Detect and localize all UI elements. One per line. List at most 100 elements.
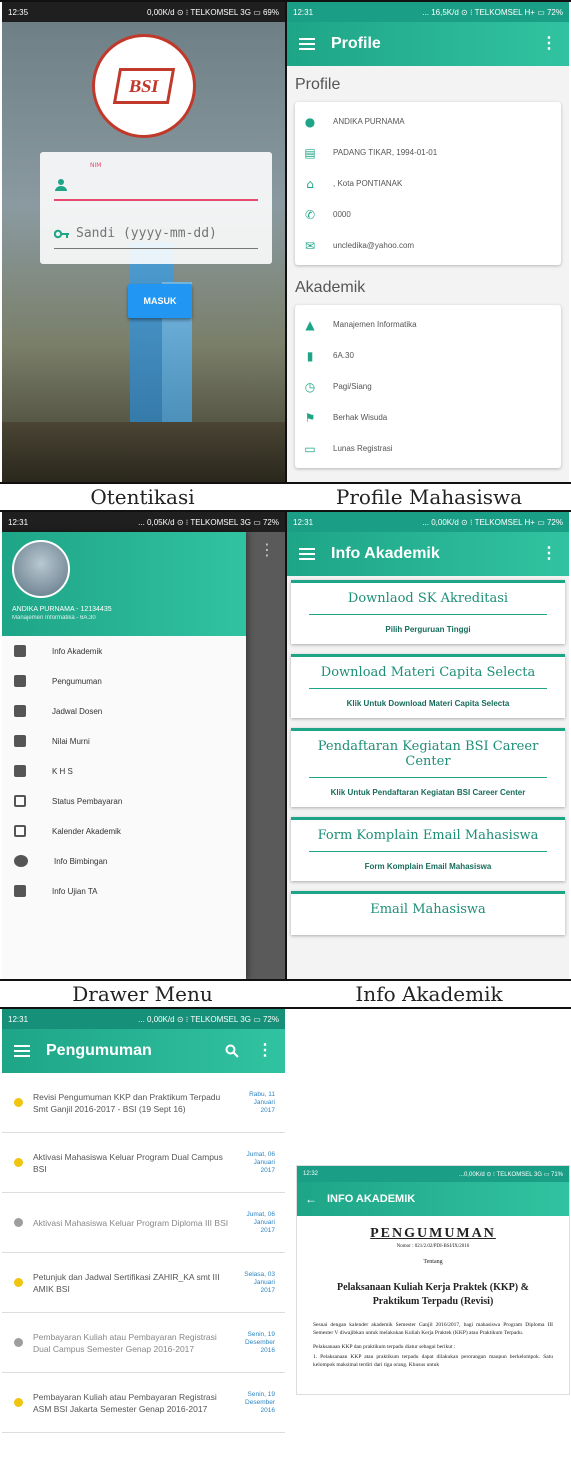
document-paragraph: Pelaksanaan KKP dan praktikum terpadu di…: [313, 1344, 456, 1350]
document-heading: PENGUMUMAN: [370, 1226, 496, 1241]
back-arrow-icon[interactable]: ←: [305, 1192, 317, 1206]
bsi-logo: BSI: [92, 34, 196, 138]
info-card[interactable]: Email Mahasiswa: [291, 891, 565, 935]
status-bar: 12:31 ... 0,05K/d ⊙ ⁝ TELKOMSEL 3G ▭ 72%: [2, 512, 285, 532]
akademik-row: ▭ Lunas Registrasi: [304, 441, 393, 456]
drawer-item-info-akademik[interactable]: Info Akademik: [2, 636, 246, 666]
document-icon: [14, 735, 26, 747]
section-title-profile: Profile: [295, 76, 341, 93]
page-title: Info Akademik: [331, 545, 440, 562]
list-item[interactable]: Revisi Pengumuman KKP dan Praktikum Terp…: [2, 1073, 285, 1133]
calendar-icon: [14, 825, 26, 837]
profile-row: ▤ PADANG TIKAR, 1994-01-01: [304, 145, 438, 160]
drawer-item-info-bimbingan[interactable]: Info Bimbingan: [2, 846, 246, 876]
status-bar: 12:31 ... 0,00K/d ⊙ ⁝ TELKOMSEL 3G ▭ 72%: [2, 1009, 285, 1029]
more-vert-icon[interactable]: ⋮: [259, 540, 275, 559]
nim-label: NIM: [90, 162, 102, 169]
document-number: Nomor : 021/2.02/PDI-BSI/IX/2016: [396, 1244, 470, 1249]
avatar: [12, 540, 70, 598]
more-vert-icon[interactable]: ⋮: [541, 36, 557, 52]
menu-icon[interactable]: [14, 1045, 30, 1057]
drawer-item-kalender-akademik[interactable]: Kalender Akademik: [2, 816, 246, 846]
more-vert-icon[interactable]: ⋮: [541, 546, 557, 562]
password-input[interactable]: [76, 226, 256, 241]
status-bar: 12:35 0,00K/d ⊙ ⁝ TELKOMSEL 3G ▭ 69%: [2, 2, 285, 22]
page-title: INFO AKADEMIK: [327, 1193, 416, 1205]
list-item[interactable]: Pembayaran Kuliah atau Pembayaran Regist…: [2, 1313, 285, 1373]
status-dot: [14, 1398, 23, 1407]
menu-icon[interactable]: [299, 38, 315, 50]
chart-icon: [14, 765, 26, 777]
list-item[interactable]: Aktivasi Mahasiswa Keluar Program Diplom…: [2, 1193, 285, 1253]
drawer-header: ANDIKA PURNAMA - 12134435 Manajemen Info…: [2, 532, 246, 636]
person-icon: ●: [304, 114, 316, 129]
profile-row: ⌂, Kota PONTIANAK: [303, 168, 553, 199]
profile-row: ● ANDIKA PURNAMA: [304, 114, 405, 129]
menu-icon[interactable]: [299, 548, 315, 560]
card-link[interactable]: Form Komplain Email Mahasiswa: [299, 862, 557, 871]
drawer-item-nilai-murni[interactable]: Nilai Murni: [2, 726, 246, 756]
phone-icon: ✆: [304, 207, 316, 222]
status-dot: [14, 1338, 23, 1347]
drawer-item-info-ujian-ta[interactable]: Info Ujian TA: [2, 876, 246, 906]
card-link[interactable]: Klik Untuk Pendaftaran Kegiatan BSI Care…: [299, 788, 557, 797]
card-link[interactable]: Klik Untuk Download Materi Capita Select…: [299, 699, 557, 708]
announcement-icon: [14, 675, 26, 687]
caption-profile: Profile Mahasiswa: [335, 485, 523, 509]
caption-info: Info Akademik: [355, 982, 503, 1006]
list-item[interactable]: Petunjuk dan Jadwal Sertifikasi ZAHIR_KA…: [2, 1253, 285, 1313]
announcement-list: Revisi Pengumuman KKP dan Praktikum Terp…: [2, 1073, 285, 1433]
status-time: 12:32: [303, 1171, 319, 1177]
status-info: 0,00K/d ⊙ ⁝ TELKOMSEL 3G ▭ 69%: [147, 7, 279, 17]
akademik-row: ⚑ Berhak Wisuda: [304, 410, 388, 425]
ground: [2, 422, 285, 482]
app-bar: Pengumuman ⋮: [2, 1029, 285, 1073]
document-paragraph: Sesuai dengan kalender akademik Semester…: [313, 1322, 553, 1336]
navigation-drawer: ANDIKA PURNAMA - 12134435 Manajemen Info…: [2, 532, 246, 979]
info-card[interactable]: Download Materi Capita Selecta Klik Untu…: [291, 654, 565, 718]
screenshot-collage: 12:35 0,00K/d ⊙ ⁝ TELKOMSEL 3G ▭ 69% BSI…: [0, 0, 571, 1484]
drawer-item-khs[interactable]: K H S: [2, 756, 246, 786]
list-item[interactable]: Aktivasi Mahasiswa Keluar Program Dual C…: [2, 1133, 285, 1193]
search-icon[interactable]: [225, 1044, 239, 1058]
drawer-screen: 12:31 ... 0,05K/d ⊙ ⁝ TELKOMSEL 3G ▭ 72%…: [2, 512, 285, 979]
date: Senin, 19 Desember 2016: [245, 1330, 275, 1354]
more-vert-icon[interactable]: ⋮: [257, 1043, 273, 1059]
card-link[interactable]: Pilih Perguruan Tinggi: [299, 625, 557, 634]
status-time: 12:31: [8, 517, 29, 527]
date: Jumat, 06 Januari 2017: [246, 1210, 275, 1234]
app-bar: ← INFO AKADEMIK: [297, 1182, 569, 1216]
drawer-item-status-pembayaran[interactable]: Status Pembayaran: [2, 786, 246, 816]
document-subject: Pelaksanaan Kuliah Kerja Praktek (KKP) &…: [337, 1282, 529, 1307]
user-program: Manajemen Informatika - 6A.30: [12, 615, 96, 621]
status-time: 12:31: [8, 1014, 29, 1024]
nim-input[interactable]: [74, 177, 254, 193]
divider: [285, 0, 287, 482]
card-title: Email Mahasiswa: [370, 902, 486, 917]
card-title: Download Materi Capita Selecta: [309, 665, 547, 689]
akademik-row: ◷ Pagi/Siang: [304, 379, 372, 394]
nim-field[interactable]: [54, 171, 258, 201]
password-field[interactable]: [54, 219, 258, 249]
user-name: ANDIKA PURNAMA - 12134435: [12, 606, 112, 613]
status-bar: 12:31 ... 16,5K/d ⊙ ⁝ TELKOMSEL H+ ▭ 72%: [287, 2, 569, 22]
date: Rabu, 11 Januari 2017: [249, 1090, 275, 1114]
people-icon: [14, 855, 28, 867]
status-info: ...0,00K/d ⊙ ⁝ TELKOMSEL 3G ▭ 71%: [459, 1171, 563, 1178]
info-card[interactable]: Pendaftaran Kegiatan BSI Career Center K…: [291, 728, 565, 807]
status-info: ... 0,05K/d ⊙ ⁝ TELKOMSEL 3G ▭ 72%: [138, 517, 279, 527]
info-card[interactable]: Downlaod SK Akreditasi Pilih Perguruan T…: [291, 580, 565, 644]
school-icon: ▲: [305, 317, 315, 332]
document-page: PENGUMUMAN Nomor : 021/2.02/PDI-BSI/IX/2…: [297, 1216, 569, 1379]
login-screen: 12:35 0,00K/d ⊙ ⁝ TELKOMSEL 3G ▭ 69% BSI…: [2, 2, 285, 482]
assignment-icon: [14, 705, 26, 717]
drawer-item-pengumuman[interactable]: Pengumuman: [2, 666, 246, 696]
clock-icon: ◷: [304, 379, 316, 394]
info-card[interactable]: Form Komplain Email Mahasiswa Form Kompl…: [291, 817, 565, 881]
masuk-button[interactable]: MASUK: [128, 284, 192, 318]
status-dot: [14, 1098, 23, 1107]
login-card: NIM: [40, 152, 272, 264]
list-item[interactable]: Pembayaran Kuliah atau Pembayaran Regist…: [2, 1373, 285, 1433]
drawer-item-jadwal-dosen[interactable]: Jadwal Dosen: [2, 696, 246, 726]
status-time: 12:35: [8, 7, 29, 17]
